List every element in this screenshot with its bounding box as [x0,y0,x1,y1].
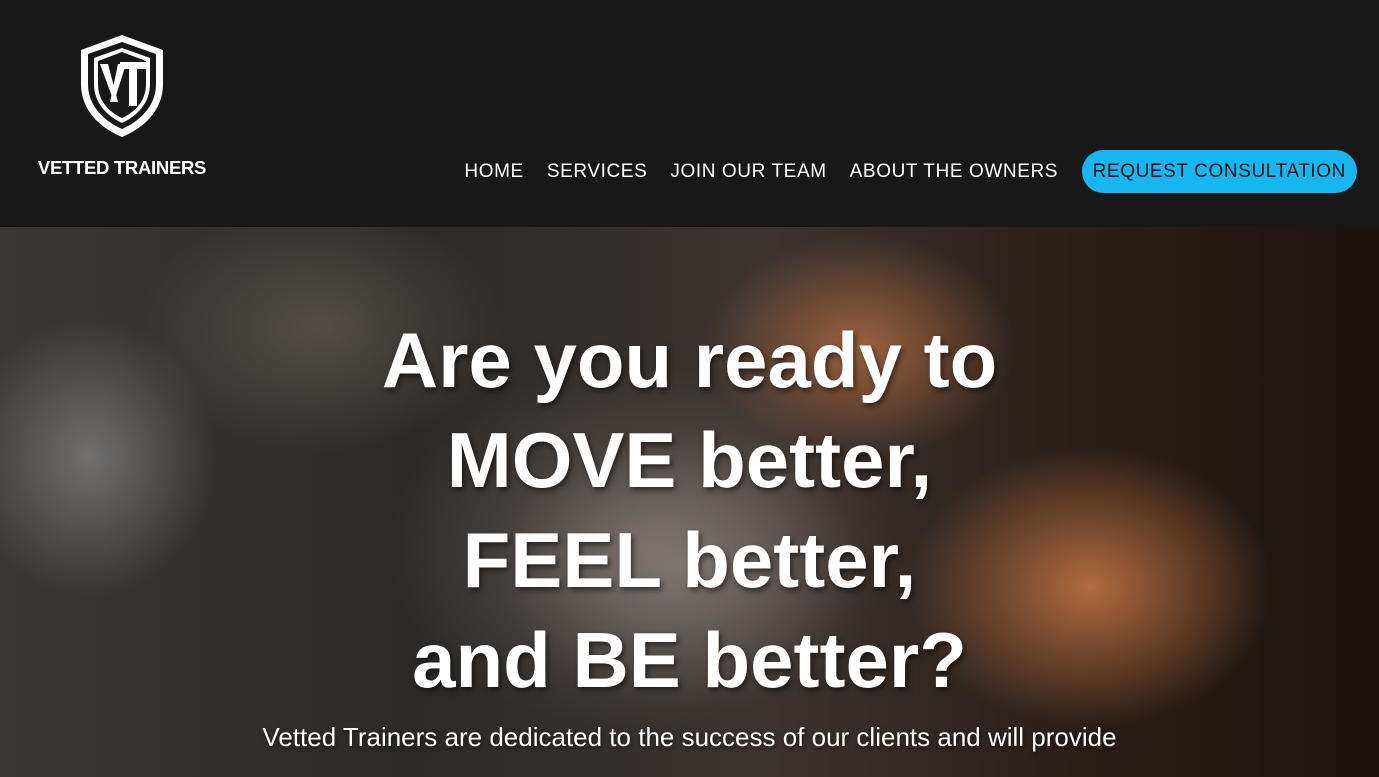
logo[interactable]: VETTED TRAINERS [30,30,214,190]
hero-section: Are you ready to MOVE better, FEEL bette… [0,227,1379,777]
hero-headline: Are you ready to MOVE better, FEEL bette… [0,310,1379,710]
nav-item-home[interactable]: HOME [453,161,535,183]
nav-item-services[interactable]: SERVICES [535,161,659,183]
headline-line: Are you ready to [381,316,998,404]
request-consultation-button[interactable]: REQUEST CONSULTATION [1081,150,1357,193]
headline-line: FEEL better, [462,516,917,604]
main-nav: HOME SERVICES JOIN OUR TEAM ABOUT THE OW… [453,150,1357,193]
nav-item-about-the-owners[interactable]: ABOUT THE OWNERS [838,161,1069,183]
logo-text: VETTED TRAINERS [37,157,207,178]
headline-line: MOVE better, [446,416,933,504]
hero-tagline: Vetted Trainers are dedicated to the suc… [262,722,1117,752]
vt-shield-logo-icon [81,35,163,137]
site-header: VETTED TRAINERS HOME SERVICES JOIN OUR T… [0,0,1379,227]
nav-item-join-our-team[interactable]: JOIN OUR TEAM [659,161,838,183]
headline-line: and BE better? [412,616,967,704]
